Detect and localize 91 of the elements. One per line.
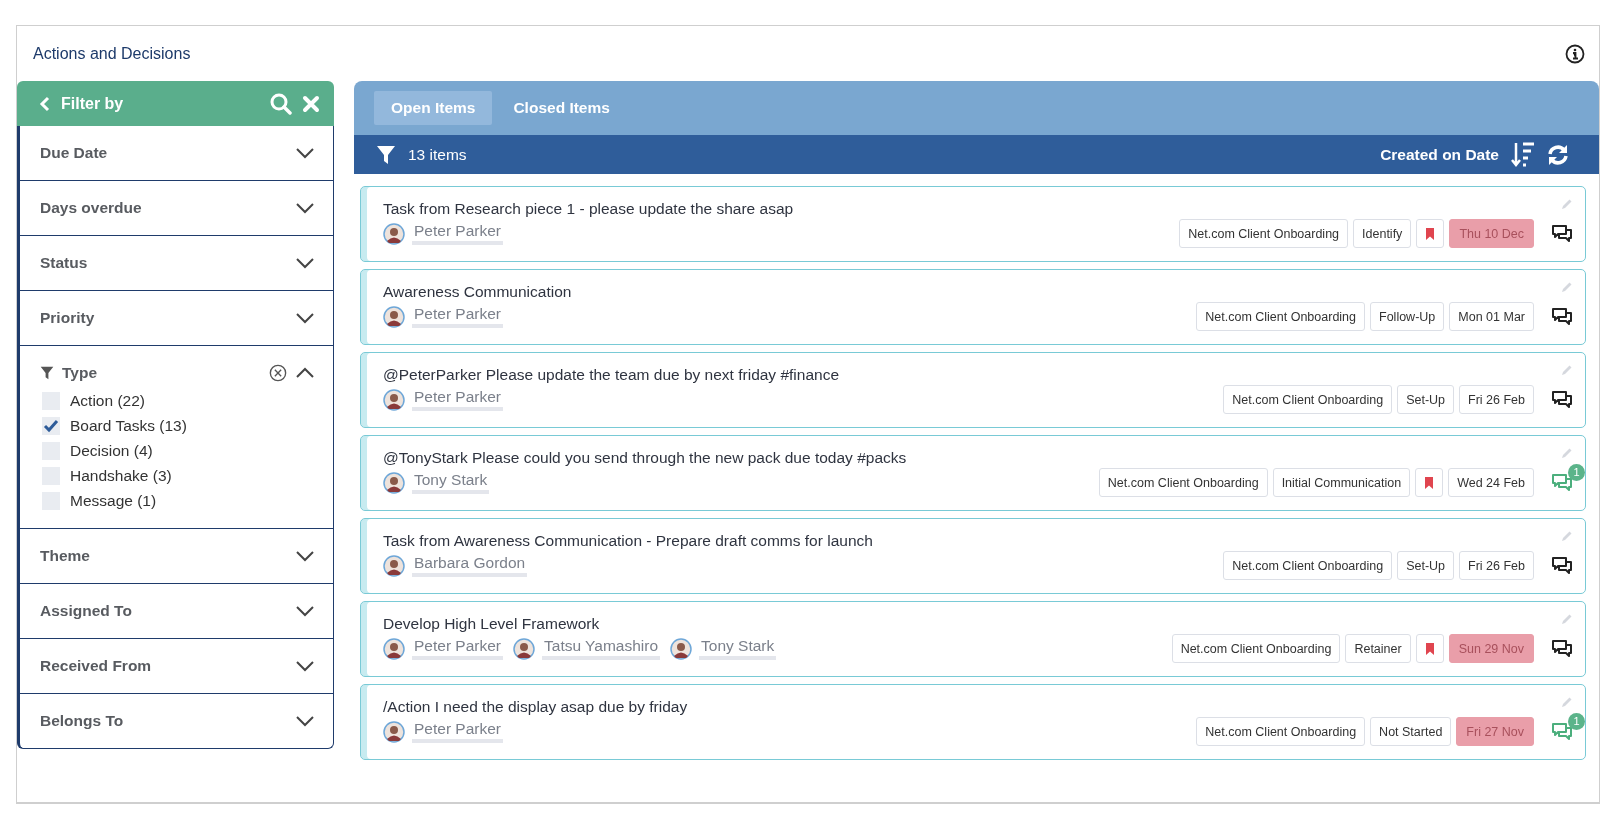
filter-section-label[interactable]: Status: [40, 254, 287, 272]
comments-icon[interactable]: [1551, 306, 1573, 327]
due-date: Wed 24 Feb: [1448, 468, 1534, 497]
checkbox-label[interactable]: Board Tasks (13): [70, 417, 187, 435]
avatar-icon: [383, 720, 405, 743]
item-card[interactable]: Develop High Level Framework Peter Parker Tatsu Yamashiro Tony Stark Net.com Client Onboarding Retainer Sun 29 Nov: [360, 601, 1586, 677]
item-title: @PeterParker Please update the team due by next friday #finance: [383, 365, 840, 384]
close-icon[interactable]: [302, 94, 320, 113]
tag: Identify: [1353, 219, 1412, 248]
due-date: Fri 26 Feb: [1459, 385, 1534, 414]
comment-count-badge: 1: [1568, 712, 1585, 730]
tag: Net.com Client Onboarding: [1179, 219, 1349, 248]
tag: Net.com Client Onboarding: [1223, 385, 1393, 414]
bookmark-icon: [1424, 476, 1435, 489]
assignee-name[interactable]: Barbara Gordon: [412, 554, 528, 577]
tag: Net.com Client Onboarding: [1196, 717, 1366, 746]
info-icon[interactable]: [1565, 43, 1585, 64]
filter-section-label[interactable]: Assigned To: [40, 602, 287, 620]
comments-icon[interactable]: [1551, 223, 1573, 244]
filter-section-label[interactable]: Received From: [40, 657, 287, 675]
item-count: 13 items: [408, 145, 468, 164]
assignee-name[interactable]: Peter Parker: [412, 388, 503, 411]
item-card[interactable]: /Action I need the display asap due by friday Peter Parker Net.com Client Onboarding Not Started Fri 27 Nov 1: [360, 684, 1586, 760]
avatar-icon: [670, 637, 693, 660]
avatar-icon: [383, 554, 405, 577]
item-card[interactable]: @TonyStark Please could you send through the new pack due today #packs Tony Stark Net.com Client Onboarding Initial Communication Wed 24 Feb 1: [360, 435, 1586, 511]
tag: Initial Communication: [1272, 468, 1411, 497]
filter-icon[interactable]: [376, 144, 396, 165]
bookmark-icon: [1424, 642, 1435, 655]
item-card[interactable]: @PeterParker Please update the team due by next friday #finance Peter Parker Net.com Client Onboarding Set-Up Fri 26 Feb: [360, 352, 1586, 428]
item-title: Awareness Communication: [383, 282, 572, 301]
item-card[interactable]: Awareness Communication Peter Parker Net.com Client Onboarding Follow-Up Mon 01 Mar: [360, 269, 1586, 345]
tag: Net.com Client Onboarding: [1223, 551, 1393, 580]
avatar-icon: [513, 637, 535, 660]
panel-title: Actions and Decisions: [33, 44, 191, 63]
filter-section-label[interactable]: Theme: [40, 547, 287, 565]
sort-descending-icon[interactable]: [1511, 141, 1535, 168]
check-icon: [43, 419, 59, 433]
checkbox-label[interactable]: Decision (4): [70, 442, 153, 460]
avatar-icon: [383, 305, 405, 328]
refresh-icon[interactable]: [1547, 143, 1569, 166]
sort-label[interactable]: Created on Date: [1380, 145, 1499, 164]
tag: Set-Up: [1397, 385, 1455, 414]
tag: Retainer: [1345, 634, 1411, 663]
filter-section-label[interactable]: Priority: [40, 309, 287, 327]
assignee-name[interactable]: Tatsu Yamashiro: [542, 637, 661, 660]
comments-icon[interactable]: [1551, 389, 1573, 410]
due-date: Thu 10 Dec: [1449, 219, 1534, 248]
back-icon[interactable]: [39, 95, 51, 112]
comments-icon[interactable]: [1551, 638, 1573, 659]
item-title: Task from Research piece 1 - please update the share asap: [383, 199, 794, 218]
comments-icon[interactable]: [1551, 555, 1573, 576]
item-card[interactable]: Task from Awareness Communication - Prepare draft comms for launch Barbara Gordon Net.com Client Onboarding Set-Up Fri 26 Feb: [360, 518, 1586, 594]
avatar-icon: [383, 222, 405, 245]
tag: Net.com Client Onboarding: [1171, 634, 1341, 663]
clear-icon[interactable]: [269, 364, 287, 382]
bookmark-icon: [1425, 227, 1436, 240]
search-icon[interactable]: [270, 92, 292, 115]
assignee-name[interactable]: Tony Stark: [412, 471, 490, 494]
due-date: Fri 26 Feb: [1459, 551, 1534, 580]
filter-section-label[interactable]: Belongs To: [40, 712, 287, 730]
checkbox-label[interactable]: Action (22): [70, 392, 145, 410]
avatar-icon: [383, 637, 405, 660]
assignee-name[interactable]: Peter Parker: [412, 637, 503, 660]
filter-title: Filter by: [61, 94, 125, 113]
checkbox-label[interactable]: Handshake (3): [70, 467, 172, 485]
due-date: Mon 01 Mar: [1449, 302, 1534, 331]
assignee-name[interactable]: Peter Parker: [412, 222, 503, 245]
tag: Net.com Client Onboarding: [1196, 302, 1366, 331]
checkbox[interactable]: [42, 417, 60, 435]
filter-section-label[interactable]: Due Date: [40, 144, 287, 162]
assignee-name[interactable]: Peter Parker: [412, 720, 503, 743]
assignee-name[interactable]: Tony Stark: [699, 637, 777, 660]
due-date: Fri 27 Nov: [1456, 717, 1534, 746]
assignee-name[interactable]: Peter Parker: [412, 305, 503, 328]
item-title: Task from Awareness Communication - Prepare draft comms for launch: [383, 531, 873, 550]
filter-section-label[interactable]: Type: [62, 364, 261, 382]
checkbox-label[interactable]: Message (1): [70, 492, 157, 510]
item-card[interactable]: Task from Research piece 1 - please update the share asap Peter Parker Net.com Client Onboarding Identify Thu 10 Dec: [360, 186, 1586, 262]
filter-section-label[interactable]: Days overdue: [40, 199, 287, 217]
item-title: @TonyStark Please could you send through the new pack due today #packs: [383, 448, 907, 467]
avatar-icon: [383, 388, 405, 411]
tag: Follow-Up: [1370, 302, 1445, 331]
item-title: /Action I need the display asap due by friday: [383, 697, 688, 716]
tag: Not Started: [1370, 717, 1452, 746]
tag: Net.com Client Onboarding: [1098, 468, 1268, 497]
avatar-icon: [383, 471, 405, 494]
due-date: Sun 29 Nov: [1448, 634, 1534, 663]
item-title: Develop High Level Framework: [383, 614, 600, 633]
comment-count-badge: 1: [1568, 463, 1585, 481]
tag: Set-Up: [1397, 551, 1455, 580]
